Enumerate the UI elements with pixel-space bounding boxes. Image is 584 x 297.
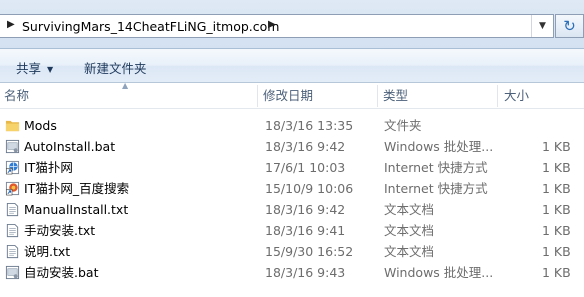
file-row[interactable]: 自动安装.bat 18/3/16 9:43 Windows 批处理... 1 K… [0,262,584,283]
new-folder-button[interactable]: 新建文件夹 [84,58,147,77]
file-row[interactable]: 说明.txt 15/9/30 16:52 文本文档 1 KB [0,241,584,262]
file-type: Internet 快捷方式 [384,160,488,175]
file-type: Windows 批处理... [384,265,494,280]
file-list: Mods 18/3/16 13:35 文件夹 AutoInstall.bat 1… [0,115,584,283]
batch-file-icon [5,139,20,154]
column-size[interactable]: 大小 [500,83,529,109]
file-size: 1 KB [542,202,571,217]
file-type: 文本文档 [384,223,435,238]
file-type: Windows 批处理... [384,139,494,154]
file-type: 文本文档 [384,244,435,259]
share-label: 共享 [16,61,42,76]
explorer-window: ▶ SurvivingMars_14CheatFLiNG_itmop.com ▶… [0,0,584,297]
text-file-icon [6,244,19,259]
file-name: 说明.txt [24,244,71,259]
file-date: 15/9/30 16:52 [265,244,354,259]
refresh-button[interactable]: ↻ [555,14,584,38]
file-date: 17/6/1 10:03 [265,160,346,175]
file-date: 18/3/16 9:43 [265,265,346,280]
text-file-icon [6,202,19,217]
file-size: 1 KB [542,244,571,259]
breadcrumb-path[interactable]: SurvivingMars_14CheatFLiNG_itmop.com [22,19,279,34]
file-row[interactable]: ManualInstall.txt 18/3/16 9:42 文本文档 1 KB [0,199,584,220]
folder-icon [5,120,20,132]
file-name: IT猫扑网 [24,160,73,175]
file-name: AutoInstall.bat [24,139,116,154]
file-date: 18/3/16 9:42 [265,139,346,154]
file-row[interactable]: AutoInstall.bat 18/3/16 9:42 Windows 批处理… [0,136,584,157]
file-date: 18/3/16 9:41 [265,223,346,238]
file-date: 18/3/16 9:42 [265,202,346,217]
column-name[interactable]: 名称 [0,83,29,109]
file-size: 1 KB [542,265,571,280]
column-date[interactable]: 修改日期 [259,83,313,109]
file-row[interactable]: IT猫扑网_百度搜索 15/10/9 10:06 Internet 快捷方式 1… [0,178,584,199]
file-date: 15/10/9 10:06 [265,181,354,196]
batch-file-icon [5,265,20,280]
file-row[interactable]: IT猫扑网 17/6/1 10:03 Internet 快捷方式 1 KB [0,157,584,178]
address-bar: ▶ SurvivingMars_14CheatFLiNG_itmop.com ▶… [0,0,584,49]
internet-shortcut-icon [5,181,20,196]
column-type[interactable]: 类型 [379,83,408,109]
file-name: Mods [24,118,57,133]
column-divider[interactable] [257,85,258,107]
command-bar: 共享 ▼ 新建文件夹 [0,49,584,83]
file-type: 文本文档 [384,202,435,217]
file-size: 1 KB [542,223,571,238]
refresh-icon: ↻ [563,17,576,35]
file-name: 手动安装.txt [24,223,96,238]
text-file-icon [6,223,19,238]
file-type: 文件夹 [384,118,422,133]
file-row[interactable]: 手动安装.txt 18/3/16 9:41 文本文档 1 KB [0,220,584,241]
address-field[interactable]: ▶ SurvivingMars_14CheatFLiNG_itmop.com ▶… [0,14,554,38]
share-button[interactable]: 共享 ▼ [16,58,53,77]
breadcrumb-arrow-icon[interactable]: ▶ [268,19,276,30]
column-header: ▲ 名称 修改日期 类型 大小 [0,81,584,109]
file-name: ManualInstall.txt [24,202,129,217]
file-row[interactable]: Mods 18/3/16 13:35 文件夹 [0,115,584,136]
internet-shortcut-icon [5,160,20,175]
file-name: 自动安装.bat [24,265,99,280]
file-type: Internet 快捷方式 [384,181,488,196]
sort-ascending-icon: ▲ [122,81,129,90]
breadcrumb-arrow-icon[interactable]: ▶ [7,19,15,30]
address-history-dropdown[interactable]: ▼ [531,15,553,37]
file-date: 18/3/16 13:35 [265,118,354,133]
file-size: 1 KB [542,139,571,154]
file-size: 1 KB [542,160,571,175]
file-name: IT猫扑网_百度搜索 [24,181,130,196]
column-divider[interactable] [377,85,378,107]
column-divider[interactable] [497,85,498,107]
file-size: 1 KB [542,181,571,196]
chevron-down-icon: ▼ [47,65,54,74]
